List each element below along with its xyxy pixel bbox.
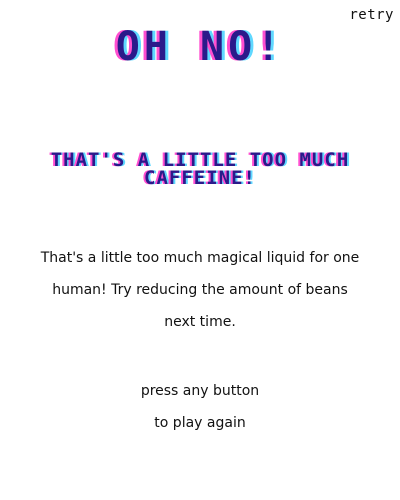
retry-button[interactable]: retry bbox=[349, 7, 394, 23]
message-line-2: human! Try reducing the amount of beans bbox=[52, 282, 348, 298]
game-over-title: OH NO! bbox=[115, 24, 285, 70]
game-over-message: That's a little too much magical liquid … bbox=[20, 242, 380, 338]
game-over-subtitle: THAT'S A LITTLE TOO MUCH CAFFEINE! bbox=[50, 149, 350, 189]
message-line-1: That's a little too much magical liquid … bbox=[40, 250, 360, 266]
prompt-line-2: to play again bbox=[154, 415, 246, 431]
message-line-3: next time. bbox=[164, 314, 236, 330]
play-again-prompt: press any button to play again bbox=[0, 375, 400, 439]
prompt-line-1: press any button bbox=[140, 383, 260, 399]
